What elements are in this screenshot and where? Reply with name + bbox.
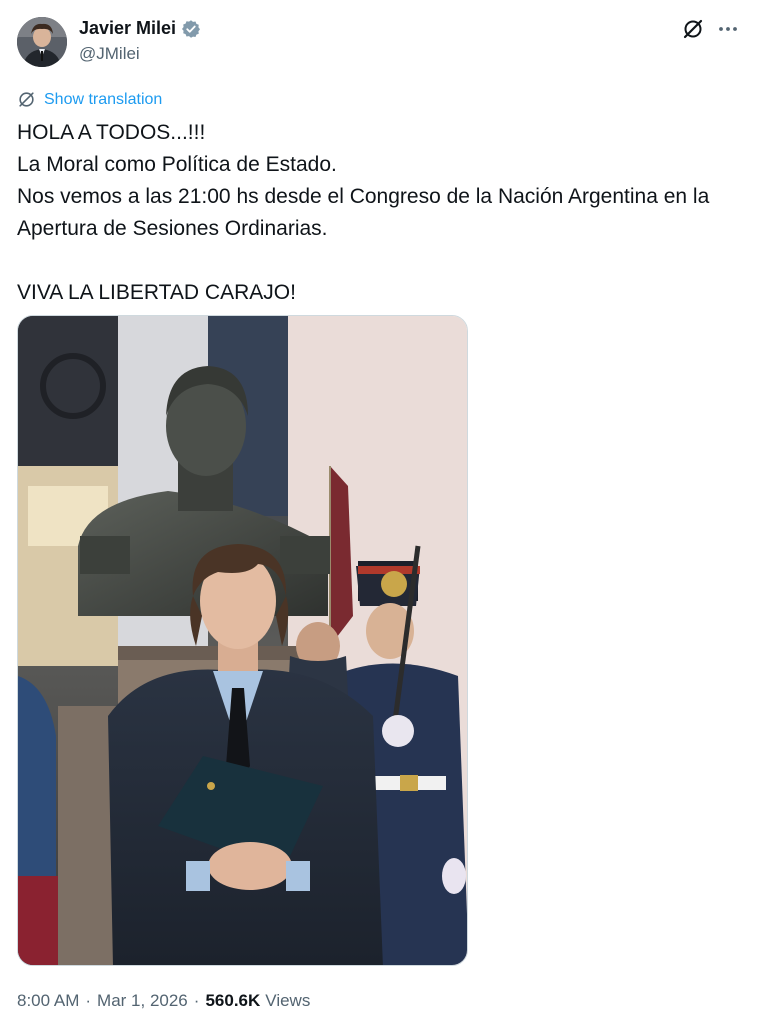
author-avatar[interactable] [17, 17, 67, 67]
tweet-photo[interactable] [17, 315, 468, 966]
tweet-line: HOLA A TODOS...!!! [17, 121, 206, 144]
grok-icon[interactable] [681, 17, 705, 41]
views-count[interactable]: 560.6K [205, 991, 260, 1011]
tweet-line: Nos vemos a las 21:00 hs desde el Congre… [17, 185, 710, 240]
tweet-date[interactable]: Mar 1, 2026 [97, 991, 188, 1011]
author-display-name[interactable]: Javier Milei [79, 18, 176, 39]
tweet-meta: 8:00 AM · Mar 1, 2026 · 560.6K Views [17, 991, 310, 1011]
author-name-row[interactable]: Javier Milei [79, 18, 201, 39]
meta-separator: · [85, 991, 92, 1010]
meta-separator: · [193, 991, 200, 1010]
tweet-card: Javier Milei @JMilei Show translation HO… [0, 0, 760, 1028]
author-handle[interactable]: @JMilei [79, 44, 140, 64]
tweet-time[interactable]: 8:00 AM [17, 991, 79, 1011]
tweet-line: VIVA LA LIBERTAD CARAJO! [17, 281, 296, 304]
show-translation-button[interactable]: Show translation [17, 90, 162, 109]
more-options-icon[interactable] [716, 17, 740, 41]
tweet-line: La Moral como Política de Estado. [17, 153, 337, 176]
verified-badge-icon [181, 19, 201, 39]
tweet-text: HOLA A TODOS...!!! La Moral como Polític… [17, 117, 747, 309]
show-translation-label[interactable]: Show translation [44, 91, 162, 109]
translate-globe-icon [19, 92, 34, 107]
views-label[interactable]: Views [265, 991, 310, 1011]
